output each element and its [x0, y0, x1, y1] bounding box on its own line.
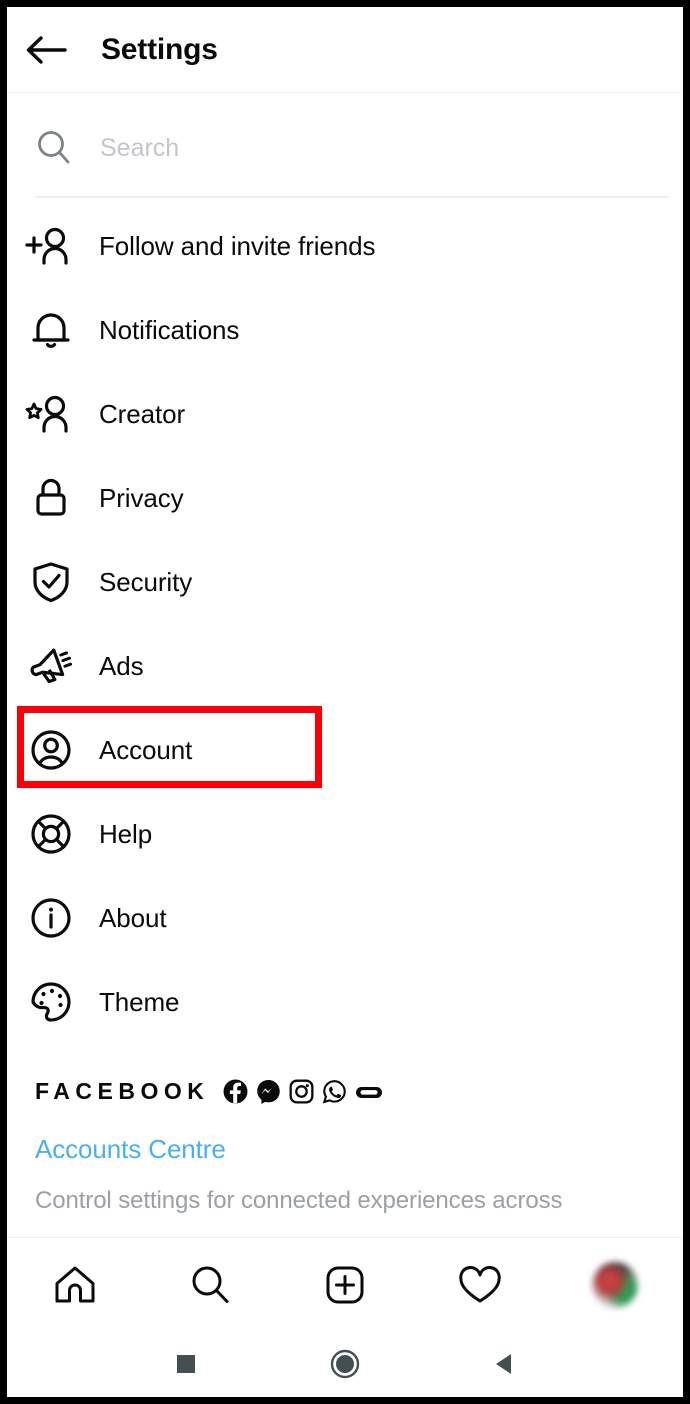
person-star-icon — [15, 392, 87, 436]
settings-menu: Follow and invite friends Notifications — [7, 204, 683, 1044]
menu-item-label: Follow and invite friends — [99, 230, 376, 261]
facebook-icon — [223, 1079, 248, 1104]
info-circle-icon — [15, 895, 87, 941]
lock-icon — [15, 475, 87, 521]
facebook-app-icons — [223, 1079, 383, 1104]
messenger-icon — [256, 1079, 281, 1104]
facebook-section: FACEBOOK Accounts Centre Control setting… — [7, 1062, 683, 1215]
menu-item-ads[interactable]: Ads — [7, 624, 683, 708]
menu-item-creator[interactable]: Creator — [7, 372, 683, 456]
search-icon — [17, 129, 91, 167]
home-circle-icon — [330, 1349, 360, 1379]
instagram-icon — [289, 1079, 314, 1104]
account-circle-icon — [15, 727, 87, 773]
lifebuoy-icon — [15, 811, 87, 857]
profile-avatar — [592, 1261, 639, 1308]
menu-item-help[interactable]: Help — [7, 792, 683, 876]
page-title: Settings — [101, 32, 218, 66]
menu-item-label: Creator — [99, 398, 185, 429]
person-plus-icon — [15, 224, 87, 268]
back-button[interactable] — [425, 1352, 584, 1376]
shield-check-icon — [15, 559, 87, 605]
menu-item-label: Privacy — [99, 482, 184, 513]
recents-button[interactable] — [106, 1353, 265, 1375]
back-button[interactable] — [12, 7, 80, 93]
tab-add-post[interactable] — [277, 1238, 412, 1332]
back-triangle-icon — [493, 1352, 515, 1376]
search-input[interactable] — [100, 133, 620, 163]
menu-item-label: Help — [99, 818, 153, 849]
menu-item-label: Account — [99, 734, 193, 765]
search-underline — [35, 196, 669, 198]
header-bar: Settings — [7, 7, 683, 93]
accounts-centre-link[interactable]: Accounts Centre — [7, 1134, 683, 1165]
menu-item-privacy[interactable]: Privacy — [7, 456, 683, 540]
tab-search[interactable] — [142, 1238, 277, 1332]
oculus-icon — [355, 1079, 383, 1104]
facebook-wordmark: FACEBOOK — [35, 1077, 210, 1104]
menu-item-label: Ads — [99, 650, 144, 681]
menu-item-security[interactable]: Security — [7, 540, 683, 624]
menu-item-follow-and-invite-friends[interactable]: Follow and invite friends — [7, 204, 683, 288]
menu-item-notifications[interactable]: Notifications — [7, 288, 683, 372]
palette-icon — [15, 979, 87, 1025]
tab-profile[interactable] — [548, 1238, 683, 1332]
android-system-nav — [7, 1331, 683, 1397]
recents-square-icon — [175, 1353, 197, 1375]
menu-item-account[interactable]: Account — [7, 708, 683, 792]
search-bar[interactable] — [7, 93, 683, 203]
tab-activity[interactable] — [413, 1238, 548, 1332]
search-icon — [188, 1263, 232, 1307]
phone-frame: Settings Search Follow and invite friend… — [0, 0, 690, 1404]
activity-heart-icon — [457, 1263, 503, 1307]
whatsapp-icon — [322, 1079, 347, 1104]
menu-item-label: About — [99, 902, 167, 933]
bell-icon — [15, 307, 87, 353]
home-icon — [52, 1263, 98, 1307]
tab-home[interactable] — [7, 1238, 142, 1332]
bottom-tab-bar — [7, 1237, 683, 1331]
home-button[interactable] — [265, 1349, 424, 1379]
facebook-brand-row: FACEBOOK — [7, 1062, 683, 1120]
add-post-icon — [323, 1263, 367, 1307]
menu-item-label: Security — [99, 566, 193, 597]
app-screen: Settings Search Follow and invite friend… — [7, 7, 683, 1397]
facebook-section-description: Control settings for connected experienc… — [35, 1187, 563, 1214]
menu-item-label: Theme — [99, 986, 180, 1017]
megaphone-icon — [15, 643, 87, 689]
menu-item-about[interactable]: About — [7, 876, 683, 960]
menu-item-theme[interactable]: Theme — [7, 960, 683, 1044]
menu-item-label: Notifications — [99, 314, 240, 345]
arrow-left-icon — [24, 33, 68, 67]
